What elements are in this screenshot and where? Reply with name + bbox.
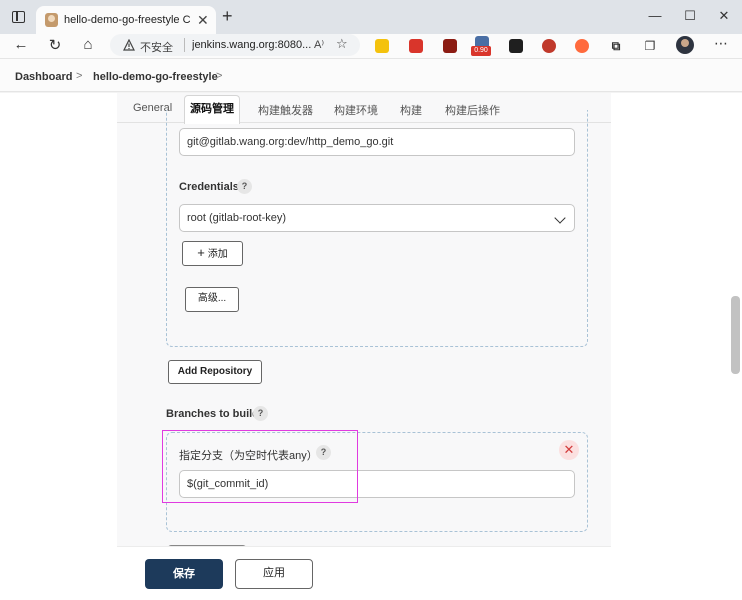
home-icon[interactable]: ⌂ [79,36,97,53]
add-credentials-button[interactable]: + 添加 [182,241,243,266]
warning-icon [123,39,135,51]
profile-avatar[interactable] [676,36,694,54]
browser-toolbar: ← ↻ ⌂ 不安全 jenkins.wang.org:8080... A⁾ ☆ … [0,34,742,58]
address-bar[interactable]: 不安全 jenkins.wang.org:8080... A⁾ ☆ [110,34,360,56]
browser-titlebar: hello-demo-go-freestyle Config ✕ + — ☐ ✕ [0,0,742,34]
address-divider [184,38,185,52]
credentials-select[interactable]: root (gitlab-root-key) [179,204,575,232]
close-window-button[interactable]: ✕ [714,8,734,24]
tab-actions-icon[interactable] [12,11,25,23]
extension-7-icon[interactable] [575,39,589,53]
tab-title: hello-demo-go-freestyle Config [64,14,190,26]
extension-6-icon[interactable] [542,39,556,53]
plus-icon: + [197,245,205,260]
ublock-icon[interactable] [443,39,457,53]
read-aloud-icon[interactable]: A⁾ [314,38,324,51]
collections-icon[interactable]: ❐ [643,39,657,53]
breadcrumb-separator: > [216,70,223,82]
more-menu-icon[interactable]: ⋯ [714,35,728,52]
new-tab-button[interactable]: + [222,6,233,27]
save-button[interactable]: 保存 [145,559,223,589]
extension-2-icon[interactable] [409,39,423,53]
add-credentials-label: 添加 [207,249,228,260]
branches-label: Branches to build [166,408,259,420]
branches-help-icon[interactable]: ? [253,406,268,421]
breadcrumb-separator: > [76,70,83,82]
advanced-button[interactable]: 高级... [185,287,239,312]
minimize-button[interactable]: — [645,8,665,23]
scrollbar-thumb[interactable] [731,296,740,374]
security-label[interactable]: 不安全 [140,39,173,55]
jenkins-favicon-icon [45,13,58,27]
extension-1-icon[interactable] [375,39,389,53]
left-margin [0,93,117,600]
browser-tab[interactable]: hello-demo-go-freestyle Config ✕ [36,6,216,34]
url-text[interactable]: jenkins.wang.org:8080... [192,39,312,51]
credentials-help-icon[interactable]: ? [237,179,252,194]
maximize-button[interactable]: ☐ [680,8,700,24]
apply-button[interactable]: 应用 [235,559,313,589]
extension-badge: 0.90 [471,46,491,56]
delete-branch-icon[interactable]: ✕ [559,440,579,460]
chevron-down-icon [554,212,566,224]
credentials-label: Credentials [179,181,239,193]
favorite-star-icon[interactable]: ☆ [336,36,348,52]
extensions-puzzle-icon[interactable]: ⧉ [609,39,623,53]
tab-close-icon[interactable]: ✕ [197,12,209,29]
highlight-box [162,430,358,503]
breadcrumb: Dashboard > hello-demo-go-freestyle > [0,58,742,92]
back-arrow-icon[interactable]: ← [12,36,30,53]
breadcrumb-dashboard[interactable]: Dashboard [15,71,72,83]
repository-url-input[interactable]: git@gitlab.wang.org:dev/http_demo_go.git [179,128,575,156]
refresh-icon[interactable]: ↻ [46,36,64,54]
breadcrumb-job[interactable]: hello-demo-go-freestyle [93,71,218,83]
credentials-selected-value: root (gitlab-root-key) [187,212,287,224]
add-repository-button[interactable]: Add Repository [168,360,262,384]
extension-5-icon[interactable] [509,39,523,53]
